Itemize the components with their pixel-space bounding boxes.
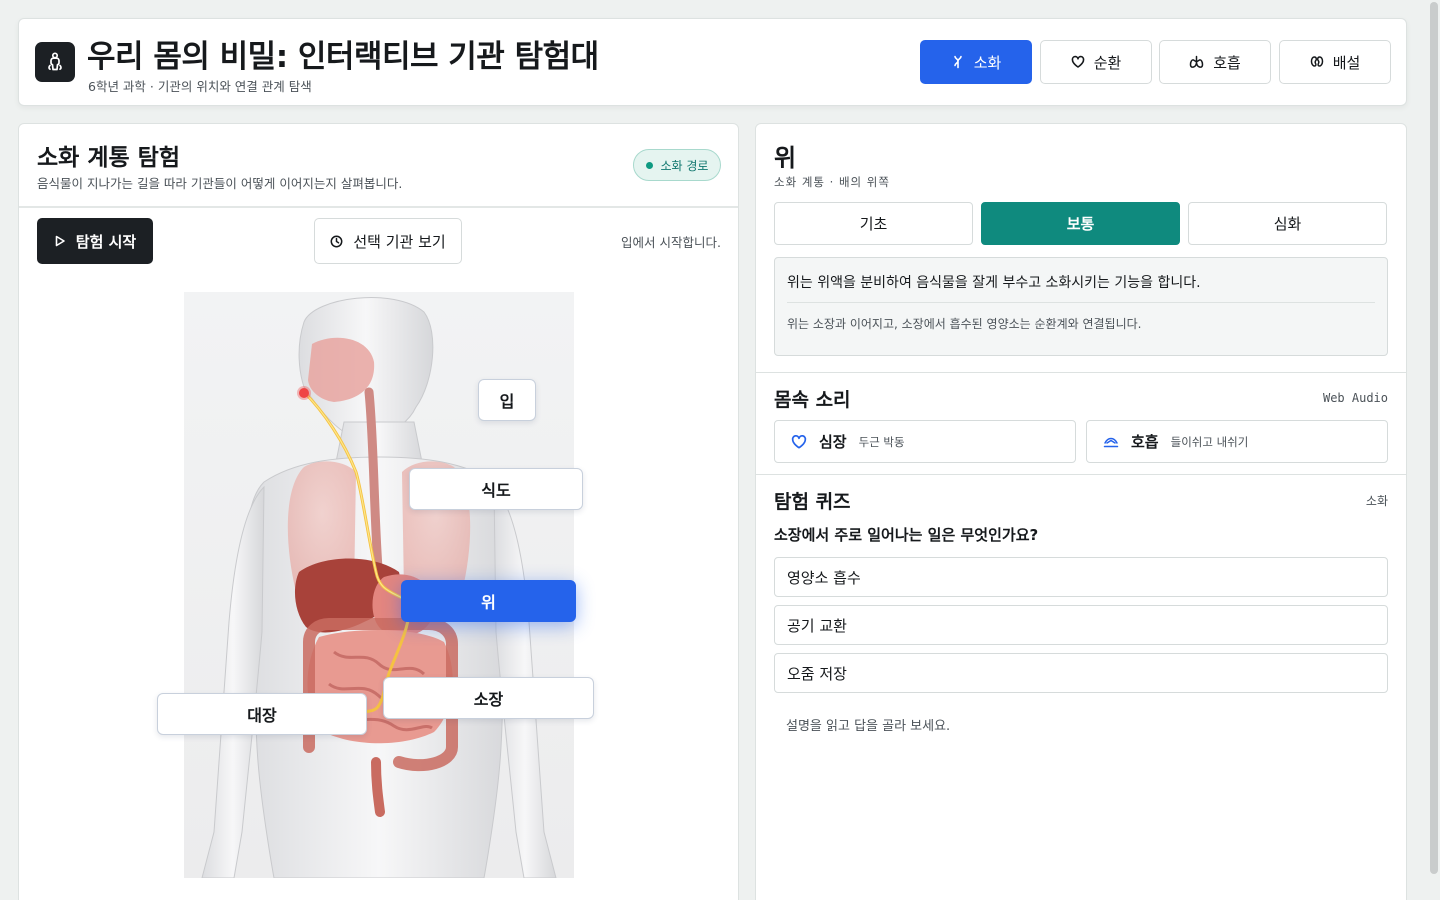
system-button-digestion[interactable]: 소화 xyxy=(920,40,1032,84)
description-divider xyxy=(787,302,1375,303)
app-title: 우리 몸의 비밀: 인터랙티브 기관 탐험대 xyxy=(87,39,599,75)
organ-description-box: 위는 위액을 분비하여 음식물을 잘게 부수고 소화시키는 기능을 합니다. 위… xyxy=(774,257,1388,356)
level-tab-advanced[interactable]: 심화 xyxy=(1188,202,1387,245)
digestion-icon xyxy=(953,55,962,69)
organ-title: 위 xyxy=(774,144,797,172)
sound-desc: 두근 박동 xyxy=(858,434,905,449)
kidney-icon xyxy=(1310,56,1323,67)
system-button-excretion[interactable]: 배설 xyxy=(1279,40,1391,84)
play-icon xyxy=(55,235,65,247)
system-button-label: 배설 xyxy=(1332,53,1361,72)
heart-icon xyxy=(791,434,807,449)
organ-label-esophagus[interactable]: 식도 xyxy=(409,468,583,510)
app-subtitle: 6학년 과학 · 기관의 위치와 연결 관계 탐색 xyxy=(88,79,312,94)
system-button-respiration[interactable]: 호흡 xyxy=(1159,40,1271,84)
explorer-title: 소화 계통 탐험 xyxy=(37,145,180,171)
explorer-subtitle: 음식물이 지나가는 길을 따라 기관들이 어떻게 이어지는지 살펴봅니다. xyxy=(37,176,403,191)
route-dot-icon xyxy=(645,161,653,169)
system-button-circulation[interactable]: 순환 xyxy=(1040,40,1152,84)
quiz-hint: 설명을 읽고 답을 골라 보세요. xyxy=(786,719,951,734)
view-organ-label: 선택 기관 보기 xyxy=(353,232,446,251)
system-button-label: 호흡 xyxy=(1213,53,1241,72)
app-logo xyxy=(35,42,75,82)
app-header: 우리 몸의 비밀: 인터랙티브 기관 탐험대 6학년 과학 · 기관의 위치와 … xyxy=(18,18,1407,106)
route-badge-label: 소화 경로 xyxy=(660,158,709,173)
section-divider xyxy=(756,372,1406,373)
sounds-meta: Web Audio xyxy=(1322,391,1388,405)
explorer-panel: 소화 계통 탐험 음식물이 지나가는 길을 따라 기관들이 어떻게 이어지는지 … xyxy=(18,123,739,900)
organ-label-stomach[interactable]: 위 xyxy=(401,580,576,622)
left-arm-shape xyxy=(201,485,265,878)
sound-desc: 들이쉬고 내쉬기 xyxy=(1170,434,1249,449)
page-scrollbar[interactable] xyxy=(1428,0,1440,900)
section-divider xyxy=(756,474,1406,475)
quiz-option[interactable]: 오줌 저장 xyxy=(774,653,1388,693)
organ-label-small-intestine[interactable]: 소장 xyxy=(383,677,594,719)
tour-status: 입에서 시작합니다. xyxy=(621,235,721,250)
explorer-divider xyxy=(19,206,738,208)
quiz-title: 탐험 퀴즈 xyxy=(774,491,851,513)
quiz-option[interactable]: 공기 교환 xyxy=(774,605,1388,645)
sound-name: 심장 xyxy=(819,433,847,451)
detail-panel: 위 소화 계통 · 배의 위쪽 기초 보통 심화 위는 위액을 분비하여 음식물… xyxy=(755,123,1407,900)
heart-icon xyxy=(1071,55,1084,68)
organ-label-mouth[interactable]: 입 xyxy=(478,379,536,421)
level-tab-basic[interactable]: 기초 xyxy=(774,202,973,245)
body-outline-icon xyxy=(48,52,62,71)
scrollbar-thumb[interactable] xyxy=(1430,2,1438,874)
sounds-title: 몸속 소리 xyxy=(774,389,851,411)
route-badge: 소화 경로 xyxy=(633,149,721,181)
sound-name: 호흡 xyxy=(1131,433,1159,451)
organ-connection: 위는 소장과 이어지고, 소장에서 흡수된 영양소는 순환계와 연결됩니다. xyxy=(787,317,1142,331)
sound-button-heart[interactable]: 심장 두근 박동 xyxy=(774,420,1076,463)
system-button-label: 순환 xyxy=(1093,53,1122,72)
organ-label-large-intestine[interactable]: 대장 xyxy=(157,693,367,735)
start-tour-label: 탐험 시작 xyxy=(75,232,137,251)
organ-description: 위는 위액을 분비하여 음식물을 잘게 부수고 소화시키는 기능을 합니다. xyxy=(787,275,1201,291)
system-button-label: 소화 xyxy=(973,53,1002,72)
clock-icon xyxy=(330,235,343,247)
level-tab-normal[interactable]: 보통 xyxy=(981,202,1180,245)
organ-subtitle: 소화 계통 · 배의 위쪽 xyxy=(774,175,890,189)
start-tour-button[interactable]: 탐험 시작 xyxy=(37,218,153,264)
sound-button-breath[interactable]: 호흡 들이쉬고 내쉬기 xyxy=(1086,420,1388,463)
quiz-option[interactable]: 영양소 흡수 xyxy=(774,557,1388,597)
breath-icon xyxy=(1103,437,1119,447)
rectum-shape xyxy=(371,757,385,817)
view-organ-button[interactable]: 선택 기관 보기 xyxy=(314,218,462,264)
quiz-question: 소장에서 주로 일어나는 일은 무엇인가요? xyxy=(774,526,1039,544)
quiz-meta: 소화 xyxy=(1365,494,1388,508)
lungs-icon xyxy=(1189,55,1204,68)
